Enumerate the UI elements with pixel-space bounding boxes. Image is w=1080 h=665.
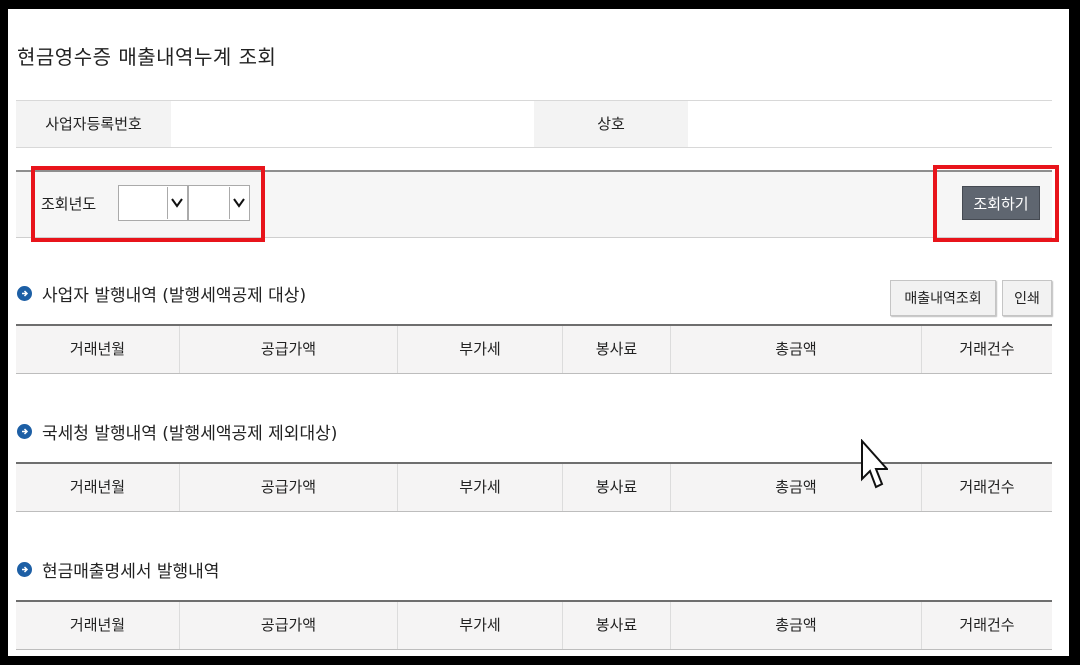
col-header: 부가세: [398, 602, 563, 649]
col-header: 총금액: [671, 602, 922, 649]
col-header: 거래년월: [16, 326, 180, 373]
col-header: 봉사료: [563, 326, 671, 373]
col-header: 거래건수: [959, 340, 1015, 358]
sales-history-button[interactable]: 매출내역조회: [890, 280, 996, 316]
col-header: 봉사료: [563, 602, 671, 649]
section-title-business: 사업자 발행내역 (발행세액공제 대상): [17, 281, 306, 306]
col-header: 거래건수: [959, 616, 1015, 634]
table-header: 거래년월 공급가액 부가세 봉사료 총금액 거래건수: [16, 324, 1052, 374]
col-header: 공급가액: [180, 602, 398, 649]
col-header: 거래년월: [16, 602, 180, 649]
table-header: 거래년월 공급가액 부가세 봉사료 총금액 거래건수: [16, 462, 1052, 512]
col-header: 봉사료: [563, 464, 671, 511]
col-header: 부가세: [398, 326, 563, 373]
page-title: 현금영수증 매출내역누계 조회: [17, 45, 277, 69]
print-button[interactable]: 인쇄: [1002, 280, 1052, 316]
reg-no-label: 사업자등록번호: [16, 101, 171, 147]
col-header: 거래년월: [16, 464, 180, 511]
arrow-right-circle-icon: [17, 562, 32, 577]
col-header: 공급가액: [180, 326, 398, 373]
col-header: 공급가액: [180, 464, 398, 511]
arrow-right-circle-icon: [17, 286, 32, 301]
section-title-text: 국세청 발행내역 (발행세액공제 제외대상): [42, 424, 338, 444]
col-header: 거래건수: [959, 478, 1015, 496]
app-window: 현금영수증 매출내역누계 조회 사업자등록번호 상호 조회년도 조회하기 사업자…: [8, 9, 1069, 656]
section-title-text: 사업자 발행내역 (발행세액공제 대상): [42, 286, 307, 306]
section-title-nts: 국세청 발행내역 (발행세액공제 제외대상): [17, 419, 337, 444]
col-header: 부가세: [398, 464, 563, 511]
table-header: 거래년월 공급가액 부가세 봉사료 총금액 거래건수: [16, 600, 1052, 650]
arrow-right-circle-icon: [17, 424, 32, 439]
business-info-row: 사업자등록번호 상호: [16, 100, 1052, 148]
search-button[interactable]: 조회하기: [962, 186, 1040, 220]
section-title-cash-sales: 현금매출명세서 발행내역: [17, 557, 219, 582]
mouse-cursor-icon: [860, 438, 890, 499]
highlight-year-selector: [31, 166, 265, 242]
col-header: 총금액: [671, 326, 922, 373]
section-title-text: 현금매출명세서 발행내역: [42, 562, 220, 582]
business-name-label: 상호: [534, 101, 688, 147]
